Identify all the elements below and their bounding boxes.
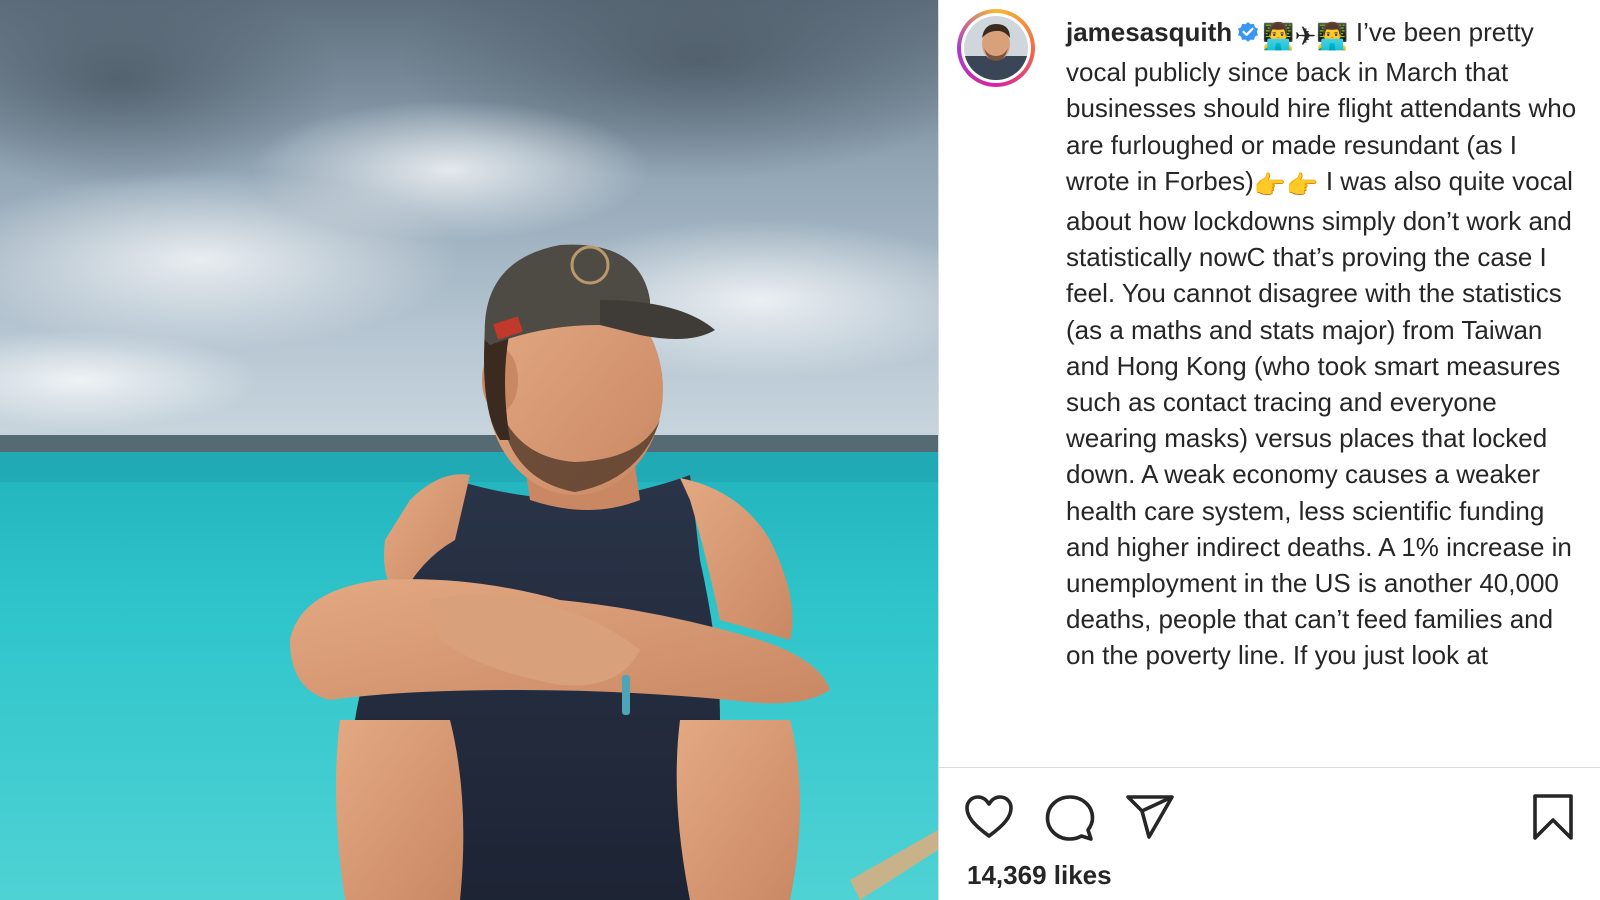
speech-bubble-icon xyxy=(1045,795,1095,841)
post-caption: jamesasquith 👨‍💻✈👨‍💻 I’ve been pretty voc… xyxy=(1066,14,1586,674)
post-photo[interactable] xyxy=(0,0,938,900)
avatar-image xyxy=(964,16,1028,80)
save-button[interactable] xyxy=(1531,792,1575,847)
caption-emoji-pointing: 👉👉 xyxy=(1253,169,1319,200)
share-button[interactable] xyxy=(1125,794,1175,845)
paper-plane-icon xyxy=(1126,795,1174,839)
bookmark-icon xyxy=(1533,794,1573,840)
like-button[interactable] xyxy=(964,794,1014,845)
post-side-panel: jamesasquith 👨‍💻✈👨‍💻 I’ve been pretty voc… xyxy=(938,0,1600,900)
heart-icon xyxy=(965,795,1013,838)
caption-emoji-prefix: 👨‍💻✈👨‍💻 xyxy=(1262,21,1349,51)
post-photo-image xyxy=(0,0,938,900)
username-link[interactable]: jamesasquith xyxy=(1066,17,1232,47)
likes-count[interactable]: 14,369 likes xyxy=(967,860,1112,891)
verified-badge-icon xyxy=(1236,17,1260,42)
instagram-post: jamesasquith 👨‍💻✈👨‍💻 I’ve been pretty voc… xyxy=(0,0,1600,900)
caption-text-part-2: I was also quite vocal about how lockdow… xyxy=(1066,165,1573,671)
comment-button[interactable] xyxy=(1045,794,1095,847)
caption-scroll-area[interactable]: jamesasquith 👨‍💻✈👨‍💻 I’ve been pretty voc… xyxy=(939,0,1600,765)
post-actions-bar: 14,369 likes xyxy=(939,768,1600,900)
avatar[interactable] xyxy=(957,9,1035,87)
